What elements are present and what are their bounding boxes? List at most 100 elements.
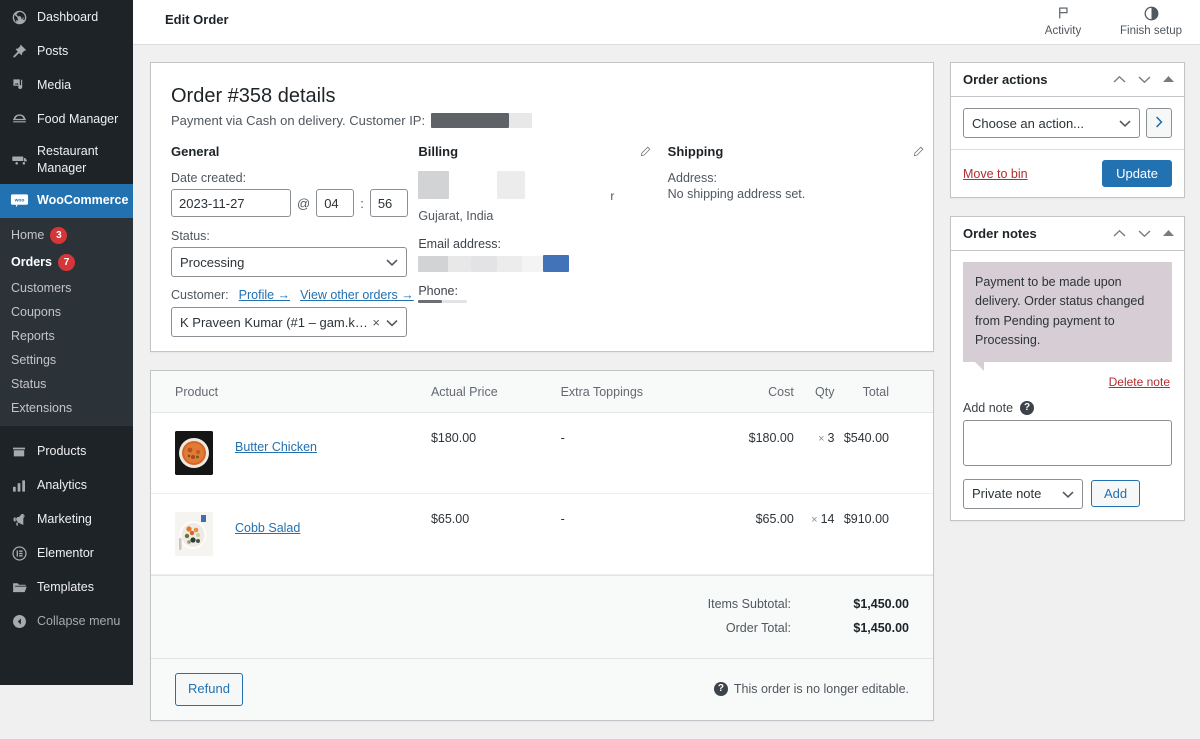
submenu-item-settings[interactable]: Settings xyxy=(0,348,133,372)
delete-note-link[interactable]: Delete note xyxy=(1109,375,1170,389)
clear-customer-icon[interactable]: × xyxy=(372,315,380,330)
refund-button[interactable]: Refund xyxy=(175,673,243,706)
sidebar-item-media[interactable]: Media xyxy=(0,68,133,102)
col-product: Product xyxy=(151,371,431,413)
sidebar-item-products[interactable]: Products xyxy=(0,435,133,469)
payment-method-line: Payment via Cash on delivery. Customer I… xyxy=(171,113,913,128)
col-qty: Qty xyxy=(793,371,841,413)
sidebar-item-label: Products xyxy=(37,444,87,459)
activity-button[interactable]: Activity xyxy=(1028,4,1098,37)
help-icon: ? xyxy=(713,682,728,697)
sidebar-item-woocommerce[interactable]: woo WooCommerce xyxy=(0,183,133,218)
qty-value: 3 xyxy=(827,431,835,445)
billing-email-label: Email address: xyxy=(418,237,502,251)
customer-links-row: Customer: Profile → View other orders → xyxy=(171,288,418,302)
order-action-select[interactable]: Choose an action... xyxy=(963,108,1140,138)
submenu-item-orders[interactable]: Orders 7 xyxy=(0,249,133,276)
table-row: Cobb Salad $65.00 - $65.00 × 14 $910.00 xyxy=(151,493,933,575)
apply-action-button[interactable] xyxy=(1146,108,1172,138)
sidebar-item-restaurant-manager[interactable]: Restaurant Manager xyxy=(0,136,133,184)
sidebar-item-food-manager[interactable]: Food Manager xyxy=(0,102,133,136)
elementor-icon xyxy=(9,544,29,564)
collapse-menu-label: Collapse menu xyxy=(37,614,121,629)
sidebar-item-analytics[interactable]: Analytics xyxy=(0,469,133,503)
shipping-edit-pencil-icon[interactable] xyxy=(912,145,925,161)
at-symbol: @ xyxy=(297,195,311,211)
qty-value: 14 xyxy=(820,512,835,526)
submenu-item-label: Status xyxy=(11,376,47,391)
order-status-select[interactable]: Processing xyxy=(171,247,407,277)
customer-select[interactable]: K Praveen Kumar (#1 – gam.krinay.dh… × xyxy=(171,307,407,337)
page-title: Edit Order xyxy=(165,12,229,27)
cell-extra-toppings: - xyxy=(560,412,722,494)
product-link[interactable]: Cobb Salad xyxy=(235,512,300,535)
hour-input[interactable] xyxy=(316,189,355,217)
date-created-input[interactable] xyxy=(171,189,291,217)
customer-profile-link[interactable]: Profile → xyxy=(239,288,290,302)
sidebar-item-dashboard[interactable]: Dashboard xyxy=(0,0,133,34)
move-up-icon[interactable] xyxy=(1113,75,1126,84)
restaurant-manager-icon xyxy=(9,150,29,170)
order-actions-title: Order actions xyxy=(963,72,1048,87)
minute-input[interactable] xyxy=(369,189,408,217)
payment-method-text: Payment via Cash on delivery. Customer I… xyxy=(171,113,426,128)
dashboard-icon xyxy=(9,7,29,27)
not-editable-text: This order is no longer editable. xyxy=(733,682,909,697)
qty-multiply-symbol: × xyxy=(818,433,825,445)
product-thumbnail[interactable] xyxy=(175,512,213,556)
admin-sidebar: Dashboard Posts Media Food Manager Resta… xyxy=(0,0,133,685)
order-items-panel: Product Actual Price Extra Toppings Cost… xyxy=(150,370,934,721)
view-other-orders-link[interactable]: View other orders → xyxy=(300,288,414,302)
cell-product: Cobb Salad xyxy=(151,493,431,575)
move-down-icon[interactable] xyxy=(1138,229,1151,238)
billing-edit-pencil-icon[interactable] xyxy=(639,145,652,161)
main-column: Order #358 details Payment via Cash on d… xyxy=(150,62,934,739)
move-up-icon[interactable] xyxy=(1113,229,1126,238)
order-actions-footer: Move to bin Update xyxy=(951,149,1184,197)
add-note-button[interactable]: Add xyxy=(1091,480,1141,507)
svg-text:woo: woo xyxy=(13,199,24,204)
submenu-item-reports[interactable]: Reports xyxy=(0,324,133,348)
status-label: Status: xyxy=(171,229,210,243)
collapse-menu-button[interactable]: Collapse menu xyxy=(0,605,133,639)
submenu-item-status[interactable]: Status xyxy=(0,372,133,396)
sidebar-item-templates[interactable]: Templates xyxy=(0,571,133,605)
activity-label: Activity xyxy=(1044,25,1082,37)
submenu-item-label: Home xyxy=(11,228,45,243)
cell-cost: $65.00 xyxy=(721,493,794,575)
billing-heading: Billing xyxy=(418,144,459,159)
menu-divider xyxy=(0,426,133,435)
submenu-item-home[interactable]: Home 3 xyxy=(0,222,133,249)
order-actions-body: Choose an action... xyxy=(951,97,1184,149)
add-note-textarea[interactable] xyxy=(963,419,1172,466)
product-thumbnail[interactable] xyxy=(175,431,213,475)
sidebar-item-marketing[interactable]: Marketing xyxy=(0,503,133,537)
toggle-panel-icon[interactable] xyxy=(1163,76,1174,83)
shipping-column: Shipping Address: No shipping address se… xyxy=(666,144,924,337)
order-total-label: Order Total: xyxy=(725,621,791,635)
help-icon[interactable]: ? xyxy=(1020,400,1035,415)
sidebar-item-elementor[interactable]: Elementor xyxy=(0,537,133,571)
submenu-item-coupons[interactable]: Coupons xyxy=(0,300,133,324)
move-down-icon[interactable] xyxy=(1138,75,1151,84)
submenu-item-extensions[interactable]: Extensions xyxy=(0,396,133,420)
sidebar-item-posts[interactable]: Posts xyxy=(0,34,133,68)
totals-row: Order Total: $1,450.00 xyxy=(708,616,909,640)
customer-ip-redacted-tail xyxy=(509,113,533,128)
move-to-bin-link[interactable]: Move to bin xyxy=(963,167,1028,181)
product-link[interactable]: Butter Chicken xyxy=(235,431,317,454)
order-note-meta: Delete note xyxy=(963,362,1172,389)
finish-setup-button[interactable]: Finish setup xyxy=(1116,4,1186,37)
email-redact-5 xyxy=(522,255,544,272)
note-type-select[interactable]: Private note xyxy=(963,478,1083,509)
add-note-controls: Private note Add xyxy=(963,478,1172,509)
toggle-panel-icon[interactable] xyxy=(1163,230,1174,237)
order-totals: Items Subtotal: $1,450.00 Order Total: $… xyxy=(151,575,933,658)
sidebar-item-label: WooCommerce xyxy=(37,193,129,208)
submenu-item-customers[interactable]: Customers xyxy=(0,276,133,300)
billing-phone-redacted xyxy=(418,300,665,303)
submenu-item-label: Orders xyxy=(11,255,52,270)
cell-cost: $180.00 xyxy=(721,412,794,494)
woocommerce-submenu: Home 3 Orders 7 Customers Coupons Report… xyxy=(0,217,133,426)
update-button[interactable]: Update xyxy=(1102,160,1172,187)
